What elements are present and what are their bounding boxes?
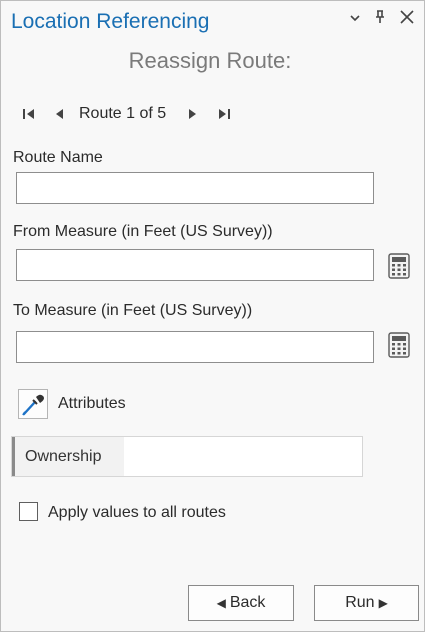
calculator-icon[interactable] (387, 253, 411, 279)
calculator-icon[interactable] (387, 332, 411, 358)
back-button-label: Back (229, 594, 266, 611)
eyedropper-icon[interactable] (18, 389, 48, 419)
attribute-table: Ownership (11, 436, 363, 477)
to-measure-label: To Measure (in Feet (US Survey)) (13, 302, 253, 319)
pane-options-icon[interactable] (345, 8, 365, 32)
attributes-label: Attributes (58, 395, 126, 412)
run-arrow-icon: ▶ (378, 596, 388, 610)
tool-subtitle: Reassign Route: (128, 48, 292, 73)
attribute-value-ownership[interactable] (124, 437, 362, 476)
previous-icon[interactable] (48, 102, 70, 126)
apply-all-checkbox[interactable] (19, 502, 38, 521)
route-counter: Route 1 of 5 (79, 105, 167, 122)
close-icon[interactable] (397, 8, 417, 32)
route-name-input[interactable] (16, 172, 374, 204)
route-name-label: Route Name (13, 149, 103, 166)
last-page-icon[interactable] (213, 102, 235, 126)
from-measure-label: From Measure (in Feet (US Survey)) (13, 223, 273, 240)
first-page-icon[interactable] (18, 102, 40, 126)
run-button[interactable]: Run ▶ (314, 585, 419, 621)
geoprocessing-pane: Location Referencing Reassign Route: Rou… (0, 0, 425, 632)
run-button-label: Run (345, 594, 375, 611)
to-measure-input[interactable] (16, 331, 374, 363)
back-arrow-icon: ◀ (216, 596, 226, 610)
pane-title: Location Referencing (11, 10, 210, 33)
apply-all-label[interactable]: Apply values to all routes (48, 504, 226, 522)
attribute-key-ownership: Ownership (12, 437, 124, 476)
back-button[interactable]: ◀ Back (188, 585, 294, 621)
next-icon[interactable] (182, 102, 204, 126)
pin-icon[interactable] (370, 8, 390, 32)
from-measure-input[interactable] (16, 249, 374, 281)
